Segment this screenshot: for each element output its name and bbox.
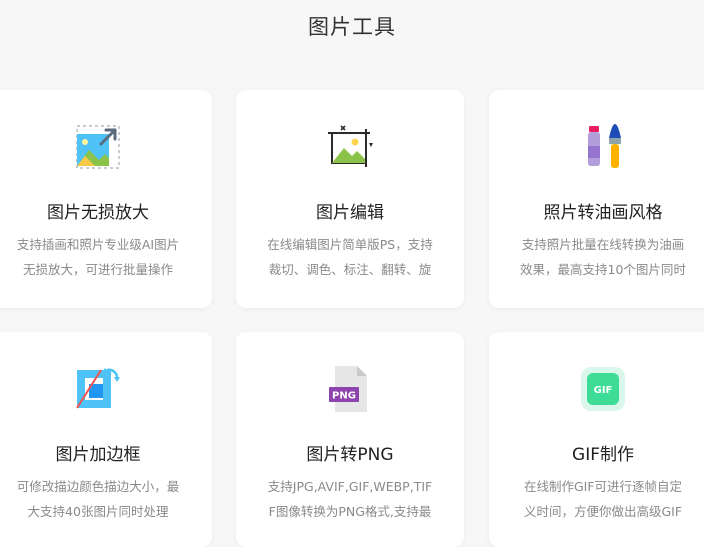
tool-card-gif-maker[interactable]: GIF GIF制作 在线制作GIF可进行逐帧自定 义时间，方便你做出高级GIF	[489, 332, 704, 547]
tool-card-image-border[interactable]: 图片加边框 可修改描边颜色描边大小，最 大支持40张图片同时处理	[0, 332, 212, 547]
section-title: 图片工具	[308, 15, 396, 39]
tool-card-oil-painting[interactable]: 照片转油画风格 支持照片批量在线转换为油画 效果，最高支持10个图片同时	[489, 90, 704, 308]
tool-card-description: 支持JPG,AVIF,GIF,WEBP,TIF F图像转换为PNG格式,支持最	[267, 479, 433, 519]
tool-card-description: 在线制作GIF可进行逐帧自定 义时间，方便你做出高级GIF	[523, 479, 683, 519]
paint-brush-icon	[576, 120, 630, 174]
tool-card-title: 照片转油画风格	[543, 203, 663, 223]
tool-card-title: GIF制作	[572, 445, 634, 465]
tool-card-to-png[interactable]: PNG 图片转PNG 支持JPG,AVIF,GIF,WEBP,TIF F图像转换…	[236, 332, 464, 547]
tool-card-title: 图片无损放大	[47, 203, 149, 223]
png-file-icon: PNG	[323, 362, 377, 416]
image-border-icon	[71, 362, 125, 416]
svg-text:PNG: PNG	[332, 391, 356, 402]
tool-card-title: 图片转PNG	[306, 445, 394, 465]
tool-card-image-upscale[interactable]: 图片无损放大 支持插画和照片专业级AI图片 无损放大，可进行批量操作	[0, 90, 212, 308]
gif-icon: GIF	[576, 362, 630, 416]
tool-card-description: 支持照片批量在线转换为油画 效果，最高支持10个图片同时	[520, 237, 686, 277]
image-edit-icon	[323, 120, 377, 174]
svg-text:GIF: GIF	[594, 385, 613, 396]
tool-card-description: 支持插画和照片专业级AI图片 无损放大，可进行批量操作	[16, 237, 180, 277]
image-upscale-icon	[71, 120, 125, 174]
tool-card-title: 图片编辑	[316, 203, 384, 223]
tool-card-description: 可修改描边颜色描边大小，最 大支持40张图片同时处理	[16, 479, 180, 519]
tool-card-description: 在线编辑图片简单版PS，支持 裁切、调色、标注、翻转、旋	[267, 237, 433, 277]
tool-card-image-edit[interactable]: 图片编辑 在线编辑图片简单版PS，支持 裁切、调色、标注、翻转、旋	[236, 90, 464, 308]
tool-card-title: 图片加边框	[55, 445, 141, 465]
